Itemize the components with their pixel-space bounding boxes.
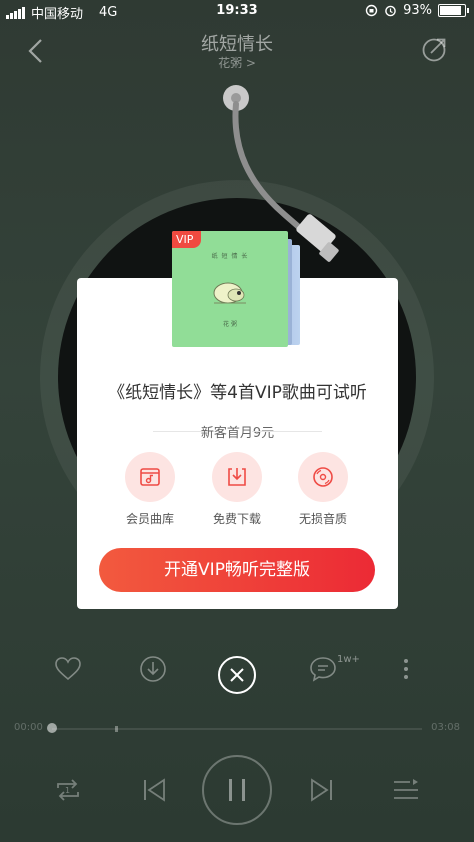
feature-label: 会员曲库 (125, 512, 174, 526)
cover-illustration-icon (213, 282, 246, 304)
divider-right (252, 431, 322, 432)
feature-music-library: 会员曲库 (120, 452, 180, 527)
feature-lossless-quality: 无损音质 (293, 452, 353, 527)
repeat-one-icon[interactable]: 1 (52, 774, 84, 806)
close-dialog-button[interactable] (218, 656, 256, 694)
progress-bar[interactable] (52, 728, 422, 730)
download-icon (228, 468, 246, 486)
open-vip-button[interactable]: 开通VIP畅听完整版 (99, 548, 375, 592)
buffer-marker (115, 726, 118, 732)
comment-icon[interactable] (308, 654, 338, 684)
comment-count: 1w+ (337, 654, 360, 665)
current-time: 00:00 (14, 722, 43, 733)
next-track-icon[interactable] (306, 774, 338, 806)
close-icon (230, 668, 244, 682)
progress-handle[interactable] (47, 723, 57, 733)
playlist-icon[interactable] (390, 774, 422, 806)
album-cover: VIP 纸 短 情 长 花 粥 (172, 231, 288, 347)
download-icon[interactable] (138, 654, 168, 684)
vip-tag: VIP (172, 231, 202, 248)
offer-text: 新客首月9元 (200, 426, 275, 441)
album-cover-stack: VIP 纸 短 情 长 花 粥 (172, 231, 302, 349)
more-options-icon[interactable] (391, 654, 421, 684)
cover-artist: 花 粥 (223, 321, 237, 328)
total-time: 03:08 (431, 722, 460, 733)
offer-row: 新客首月9元 (77, 422, 398, 442)
svg-text:1: 1 (65, 786, 70, 795)
lossless-disc-icon (313, 467, 333, 487)
feature-label: 免费下载 (212, 512, 261, 526)
feature-free-download: 免费下载 (207, 452, 267, 527)
pause-icon (229, 779, 245, 801)
play-pause-button[interactable] (202, 755, 272, 825)
dialog-title: 《纸短情长》等4首VIP歌曲可试听 (108, 383, 367, 403)
previous-track-icon[interactable] (138, 774, 170, 806)
feature-label: 无损音质 (298, 512, 347, 526)
cover-title: 纸 短 情 长 (211, 253, 249, 260)
music-library-icon (140, 468, 160, 486)
like-heart-icon[interactable] (53, 654, 83, 684)
